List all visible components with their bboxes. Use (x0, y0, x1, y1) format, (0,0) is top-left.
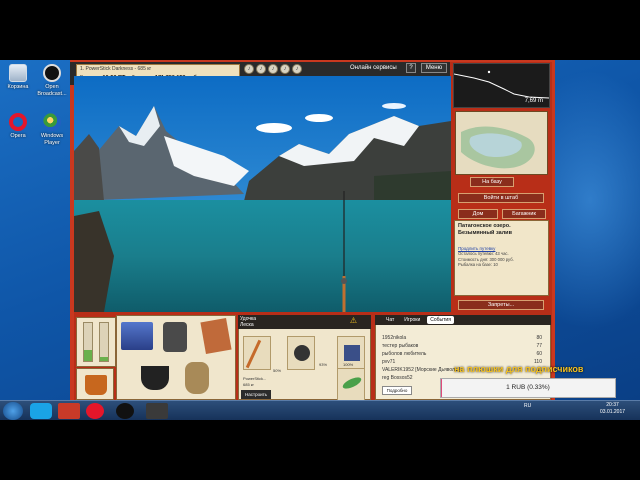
taskbar (0, 400, 640, 420)
app-taskbar-icon[interactable] (146, 403, 168, 419)
desktop-icon-obs[interactable]: Open Broadcast... (35, 64, 69, 97)
bucket-slot[interactable] (76, 368, 114, 400)
line-spool-icon (344, 345, 360, 361)
media-player-icon (43, 113, 61, 131)
backpack-icon[interactable] (163, 322, 187, 352)
bucket-icon (85, 375, 107, 395)
desktop-icon-label: Opera (10, 133, 26, 139)
lure-icon (341, 375, 363, 391)
bell-icon[interactable]: ♪ (280, 64, 290, 74)
rod-weight: 685 кг (243, 382, 254, 387)
pot-icon[interactable] (141, 366, 169, 390)
obs-icon (43, 64, 61, 82)
reel-pct: 93% (319, 362, 328, 367)
fishing-scene[interactable] (74, 76, 451, 312)
gauges-panel (76, 317, 116, 367)
list-item[interactable]: рыболов любитель 60 (382, 350, 542, 358)
rod-name: PowerStick... (243, 376, 267, 381)
rod-icon (245, 339, 262, 369)
bell-row: ♪ ♪ ♪ ♪ ♪ (244, 64, 302, 74)
list-item[interactable]: тестер рыбаков 77 (382, 342, 542, 350)
enter-hq-button[interactable]: Войти в штаб (458, 193, 544, 203)
tab-line[interactable]: Леска (240, 322, 256, 328)
desktop-icon-label: Корзина (7, 84, 29, 90)
chat-tabs: Чат Игроки События (375, 315, 551, 325)
lake-landscape-image (74, 76, 451, 312)
desktop-icon-recycle[interactable]: Корзина (1, 64, 35, 91)
to-base-button[interactable]: На базу (470, 177, 514, 187)
player-name: рыболов любитель (382, 351, 427, 357)
game-taskbar-icon[interactable] (58, 403, 80, 419)
clock-time: 20:37 (606, 402, 619, 408)
clock-date: 03.01.2017 (600, 409, 626, 415)
rod-pct: 50% (273, 368, 282, 373)
player-name: pvv71 (382, 359, 396, 365)
depth-profile: 7,69 m (453, 63, 550, 108)
desktop-icon-player[interactable]: Windows Player (35, 113, 69, 146)
hunger-gauge (99, 322, 109, 362)
depth-value: 7,69 m (524, 98, 543, 104)
location-panel: Патагонское озеро. Безымянный залив Прод… (454, 220, 549, 296)
tab-players[interactable]: Игроки (401, 315, 423, 325)
house-button[interactable]: Дом (458, 209, 498, 219)
progress-text: 1 RUB (0.33%) (506, 384, 550, 391)
tab-chat[interactable]: Чат (383, 315, 397, 325)
bell-icon[interactable]: ♪ (256, 64, 266, 74)
player-value: 60 (536, 351, 542, 357)
opera-icon (9, 113, 27, 131)
fatigue-gauge (83, 322, 93, 362)
base-fishing: Рыбалка на базе: 10 (458, 262, 498, 267)
online-services-link[interactable]: Онлайн сервисы (350, 64, 397, 72)
tackle-box-icon[interactable] (121, 322, 153, 350)
player-name: 1952nikola (382, 335, 407, 341)
reel-slot[interactable] (287, 336, 315, 370)
start-button[interactable] (3, 402, 23, 420)
lure-slot[interactable] (337, 368, 365, 402)
donation-caption: на плюшки для подписчиков (454, 364, 584, 374)
tackle-header: ⚠ (238, 315, 371, 329)
player-list: 1952nikola 80 тестер рыбаков 77 рыболов лю… (382, 334, 542, 382)
detail-button[interactable]: Подробно (382, 386, 412, 395)
map-image (456, 112, 547, 174)
rod-slot[interactable] (243, 336, 271, 370)
obs-taskbar-icon[interactable] (116, 403, 134, 419)
lake-map[interactable] (455, 111, 548, 175)
screen: Корзина Open Broadcast... Opera Windows … (0, 0, 640, 480)
player-value: 77 (536, 343, 542, 349)
list-item[interactable]: 1952nikola 80 (382, 334, 542, 342)
tray-lang[interactable]: RU (524, 403, 531, 409)
opera-taskbar-icon[interactable] (86, 403, 104, 419)
desktop-icon-label: Windows Player (40, 133, 64, 146)
reel-icon (294, 345, 310, 361)
recycle-bin-icon (9, 64, 27, 82)
tackle-tabs: Удочка Леска (240, 316, 256, 328)
skype-icon[interactable] (30, 403, 52, 419)
tackle-info: 1. PowerStick Darkness - 685 кг (80, 66, 152, 72)
bans-button[interactable]: Запреты... (458, 300, 544, 310)
player-name: VALERIK1952 [Морские Дьяволы] (382, 367, 460, 373)
bell-icon[interactable]: ♪ (292, 64, 302, 74)
location-title: Патагонское озеро. Безымянный залив (458, 223, 512, 236)
book-icon[interactable] (200, 317, 232, 355)
tab-events[interactable]: События (427, 316, 454, 324)
player-value: 80 (536, 335, 542, 341)
warning-icon: ⚠ (349, 316, 357, 325)
menu-button[interactable]: Меню (421, 63, 447, 73)
player-name: reg Bossos52 (382, 375, 413, 381)
setup-button[interactable]: Настроить (241, 390, 271, 399)
sack-icon[interactable] (185, 362, 209, 394)
line-pct: 100% (343, 362, 354, 367)
baggage-button[interactable]: Багажник (502, 209, 546, 219)
desktop-icon-label: Open Broadcast... (37, 84, 67, 97)
inventory-panel (116, 315, 236, 400)
clock[interactable]: 20:37 03.01.2017 (600, 402, 625, 416)
bell-icon[interactable]: ♪ (244, 64, 254, 74)
desktop-icon-opera[interactable]: Opera (1, 113, 35, 140)
donation-progress-bar: 1 RUB (0.33%) (440, 378, 616, 398)
player-name: тестер рыбаков (382, 343, 419, 349)
bell-icon[interactable]: ♪ (268, 64, 278, 74)
help-button[interactable]: ? (406, 63, 416, 73)
